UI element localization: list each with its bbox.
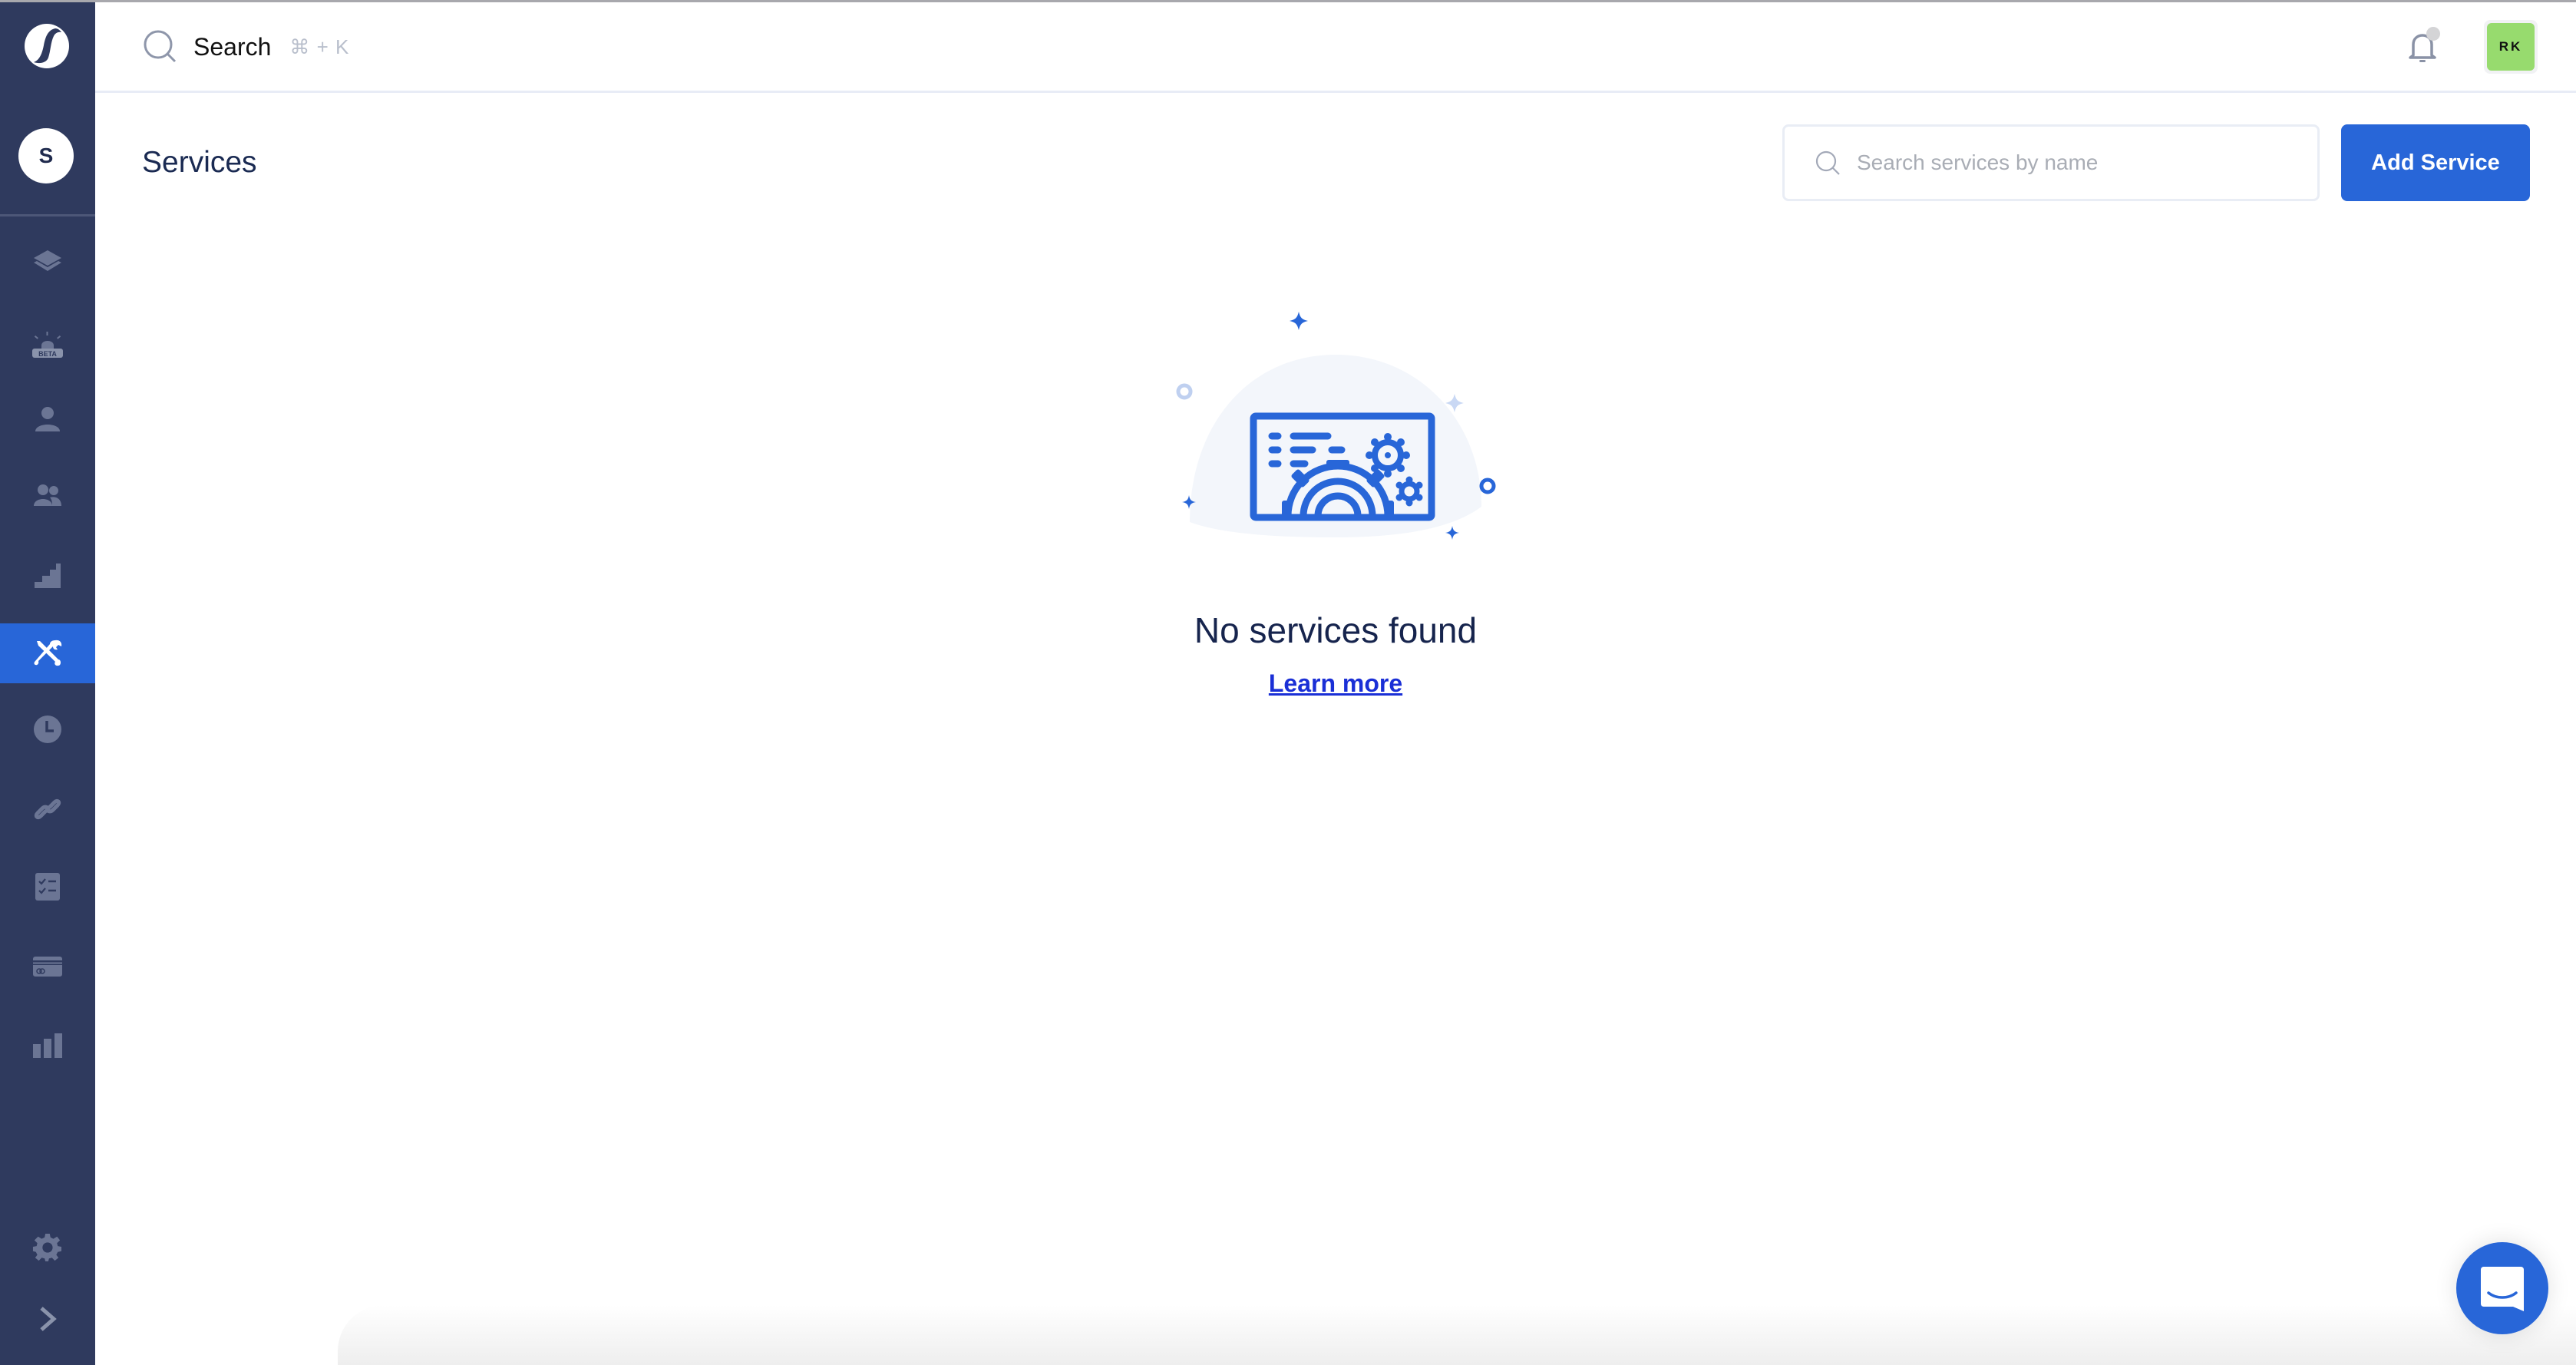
sidebar-item-user[interactable]: [0, 389, 95, 449]
sidebar-item-layers[interactable]: [0, 233, 95, 292]
layers-icon: [34, 250, 61, 271]
svg-text:BETA: BETA: [38, 350, 57, 358]
search-shortcut-hint: ⌘ + K: [289, 35, 350, 58]
sidebar-item-schedules[interactable]: [0, 699, 95, 759]
sidebar-item-integrations[interactable]: [0, 779, 95, 839]
sidebar-item-escalations[interactable]: [0, 546, 95, 606]
user-icon: [35, 407, 60, 431]
sparkle-icon: [1445, 526, 1459, 540]
page-title: Services: [142, 146, 257, 179]
sidebar-item-checklists[interactable]: [0, 857, 95, 917]
bell-icon: [2409, 27, 2440, 62]
service-search-input[interactable]: [1857, 150, 2287, 175]
window-top-border: [0, 0, 2576, 2]
sidebar-expand-button[interactable]: [0, 1289, 95, 1349]
org-avatar[interactable]: S: [18, 128, 74, 183]
search-icon: [1815, 150, 1840, 175]
gear-icon: [32, 1233, 61, 1262]
sidebar-item-settings[interactable]: [0, 1218, 95, 1278]
search-icon: [144, 30, 177, 63]
bar-chart-icon: [33, 1033, 62, 1058]
bottom-panel-shadow: [338, 1305, 2576, 1365]
learn-more-link[interactable]: Learn more: [1269, 669, 1402, 697]
clock-icon: [34, 716, 61, 743]
link-icon: [34, 798, 61, 820]
siren-beta-icon: BETA: [32, 332, 63, 358]
empty-state-title: No services found: [1194, 610, 1478, 650]
app-logo[interactable]: [25, 24, 69, 68]
users-icon: [34, 484, 61, 506]
illustration-background-blob: [1190, 355, 1481, 537]
notification-dot: [2426, 27, 2440, 41]
global-search-label: Search: [193, 32, 272, 61]
user-initials: RK: [2487, 23, 2535, 71]
empty-state-illustration: [1176, 312, 1496, 540]
ring-icon: [1479, 478, 1496, 494]
top-bar: Search ⌘ + K RK: [95, 0, 2576, 93]
stairs-icon: [35, 564, 61, 588]
gear-icon: [1366, 433, 1410, 478]
add-service-button[interactable]: Add Service: [2341, 124, 2530, 201]
sidebar-item-billing[interactable]: [0, 936, 95, 996]
sidebar-item-incidents-beta[interactable]: BETA: [0, 314, 95, 374]
user-avatar[interactable]: RK: [2484, 20, 2538, 74]
sidebar-item-teams[interactable]: [0, 466, 95, 526]
global-search-button[interactable]: Search ⌘ + K: [143, 29, 349, 64]
chevron-right-icon: [40, 1307, 57, 1331]
sparkle-icon: [1290, 312, 1308, 330]
notifications-button[interactable]: [2401, 25, 2446, 69]
credit-card-icon: [33, 957, 62, 977]
service-search-field[interactable]: [1782, 124, 2320, 201]
chat-icon: [2481, 1267, 2524, 1311]
sidebar-item-analytics[interactable]: [0, 1016, 95, 1076]
sidebar-divider: [0, 214, 95, 216]
ring-icon: [1176, 383, 1193, 400]
logo-icon: [34, 28, 61, 64]
learn-more-container: Learn more: [0, 669, 2576, 698]
checklist-icon: [35, 873, 60, 901]
support-chat-button[interactable]: [2456, 1242, 2548, 1334]
